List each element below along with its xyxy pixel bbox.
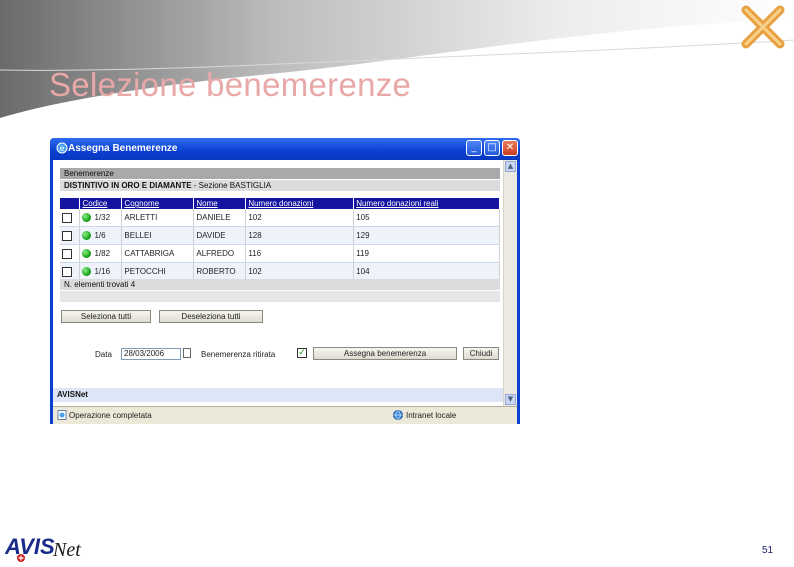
deselect-all-button[interactable]: Deseleziona tutti [159,310,263,323]
column-header-codice[interactable]: Codice [79,198,123,209]
vertical-scrollbar[interactable]: ▲ ▼ [503,160,517,406]
cell-codice: 1/6 [94,230,106,240]
svg-text:e: e [60,144,65,153]
cell-donazioni: 128 [245,226,355,245]
cell-donazioni-reali: 119 [353,244,500,263]
page-number: 51 [762,545,774,556]
svg-text:AVIS: AVIS [5,534,55,559]
app-footer-bar: AVISNet [53,388,504,402]
cell-donazioni-reali: 129 [353,226,500,245]
column-header-numero-donazioni[interactable]: Numero donazioni [245,198,355,209]
intranet-globe-icon [393,410,403,420]
table-row: 1/32 ARLETTI DANIELE 102 105 [60,209,500,227]
scroll-down-icon[interactable]: ▼ [505,394,516,405]
status-green-icon [82,267,92,277]
close-button[interactable]: Chiudi [463,347,499,360]
status-text: Operazione completata [69,411,152,420]
window-titlebar[interactable]: e Assegna Benemerenze _ □ ✕ [50,138,520,160]
select-all-button[interactable]: Seleziona tutti [61,310,151,323]
panel-heading: Benemerenze [60,168,500,179]
cell-cognome: ARLETTI [121,209,195,227]
assegna-benemerenze-window: e Assegna Benemerenze _ □ ✕ Benemerenze … [50,138,520,424]
cell-codice: 1/16 [94,266,111,276]
cell-codice: 1/32 [94,212,111,222]
row-checkbox[interactable] [62,212,72,223]
ritirata-checkbox[interactable]: ✓ [297,348,307,358]
zone-text: Intranet locale [406,411,457,420]
scroll-up-icon[interactable]: ▲ [505,161,516,172]
elements-found-label: N. elementi trovati 4 [60,279,500,290]
close-icon[interactable]: ✕ [502,140,518,156]
cell-donazioni-reali: 104 [353,262,500,281]
window-title: Assegna Benemerenze [68,143,178,154]
column-header-numero-donazioni-reali[interactable]: Numero donazioni reali [353,198,500,209]
avisnet-logo: AVIS Net [5,534,81,562]
found-divider [60,291,500,302]
page-icon [57,410,67,420]
cell-cognome: CATTABRIGA [121,244,195,263]
cell-nome: DAVIDE [193,226,247,245]
x-logo-icon [741,5,785,49]
select-column-header [60,198,81,209]
table-row: 1/16 PETOCCHI ROBERTO 102 104 [60,262,500,281]
status-green-icon [82,231,92,241]
table-header-row: Codice Cognome Nome Numero donazioni Num… [60,198,500,209]
row-checkbox[interactable] [62,266,72,277]
slide-title: Selezione benemerenze [49,66,412,103]
cell-codice: 1/82 [94,248,111,258]
table-row: 1/6 BELLEI DAVIDE 128 129 [60,226,500,245]
assign-benemerenza-button[interactable]: Assegna benemerenza [313,347,457,360]
browser-status-bar: Operazione completata Intranet locale [53,406,517,424]
date-field[interactable]: 28/03/2006 [121,348,181,360]
cell-nome: ROBERTO [193,262,247,281]
status-green-icon [82,213,92,223]
svg-text:Net: Net [52,539,81,561]
table-row: 1/82 CATTABRIGA ALFREDO 116 119 [60,244,500,263]
category-name: DISTINTIVO IN ORO E DIAMANTE [64,181,192,190]
cell-donazioni: 102 [245,262,355,281]
cell-donazioni: 116 [245,244,355,263]
date-label: Data [95,350,112,359]
cell-nome: DANIELE [193,209,247,227]
maximize-icon[interactable]: □ [484,140,500,156]
ie-icon: e [56,142,68,154]
cell-donazioni-reali: 105 [353,209,500,227]
cell-cognome: PETOCCHI [121,262,195,281]
category-line: DISTINTIVO IN ORO E DIAMANTE - Sezione B… [60,180,500,191]
donors-table: Codice Cognome Nome Numero donazioni Num… [60,198,500,281]
minimize-icon[interactable]: _ [466,140,482,156]
calendar-icon[interactable] [183,348,191,358]
category-section: - Sezione BASTIGLIA [191,181,272,190]
row-checkbox[interactable] [62,248,72,259]
status-green-icon [82,249,92,259]
cell-nome: ALFREDO [193,244,247,263]
column-header-cognome[interactable]: Cognome [121,198,195,209]
ritirata-label: Benemerenza ritirata [201,350,276,359]
row-checkbox[interactable] [62,230,72,241]
cell-cognome: BELLEI [121,226,195,245]
column-header-nome[interactable]: Nome [193,198,247,209]
cell-donazioni: 102 [245,209,355,227]
window-client-area: Benemerenze DISTINTIVO IN ORO E DIAMANTE… [53,160,517,406]
